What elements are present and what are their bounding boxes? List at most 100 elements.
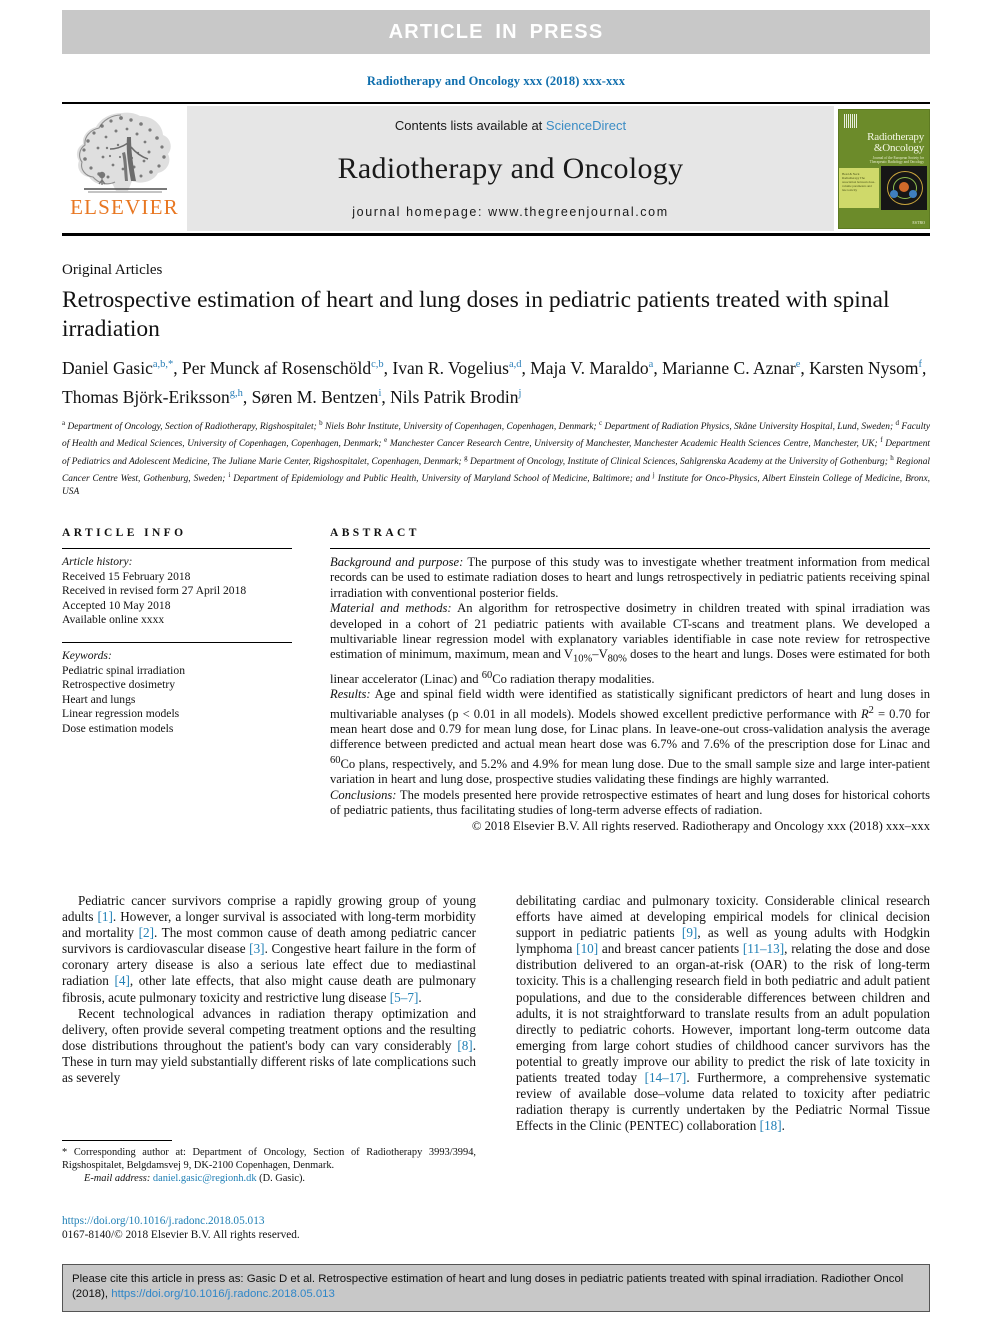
cover-journal-title: Radiotherapy &Oncology: [867, 130, 924, 154]
keywords-list: Pediatric spinal irradiation Retrospectiv…: [62, 664, 292, 737]
affiliation-marker: d: [895, 419, 899, 427]
abstract-copyright: © 2018 Elsevier B.V. All rights reserved…: [471, 818, 930, 833]
keyword-item: Pediatric spinal irradiation: [62, 663, 185, 677]
affiliation-marker: a: [62, 419, 66, 427]
issn-copyright-line: 0167-8140/© 2018 Elsevier B.V. All right…: [62, 1229, 300, 1241]
email-row: E-mail address: daniel.gasic@regionh.dk …: [62, 1172, 476, 1185]
journal-article-page: ARTICLE IN PRESS Radiotherapy and Oncolo…: [0, 0, 992, 1323]
elsevier-tree-icon: [76, 112, 171, 193]
citation-ref[interactable]: [18]: [760, 1118, 782, 1133]
author-list: Daniel Gasica,b,*, Per Munck af Rosensch…: [62, 357, 927, 407]
journal-masthead: ELSEVIER Contents lists available at Sci…: [62, 102, 930, 236]
journal-homepage-link[interactable]: journal homepage: www.thegreenjournal.co…: [352, 205, 668, 219]
affiliation-marker: f: [880, 436, 883, 445]
affiliation-marker: j: [652, 470, 655, 479]
cite-doi-link[interactable]: https://doi.org/10.1016/j.radonc.2018.05…: [111, 1288, 335, 1300]
doi-link[interactable]: https://doi.org/10.1016/j.radonc.2018.05…: [62, 1214, 492, 1228]
article-history-label: Article history:: [62, 555, 133, 568]
abstract-results-text: Age and spinal field width were identifi…: [330, 686, 930, 787]
cover-journal-subtitle: Journal of the European Society for Ther…: [869, 155, 924, 164]
keywords-label: Keywords:: [62, 648, 112, 662]
journal-running-head: Radiotherapy and Oncology xxx (2018) xxx…: [366, 74, 626, 88]
contents-list-line: Contents lists available at ScienceDirec…: [395, 118, 626, 133]
footnote-text: Corresponding author at: Department of O…: [62, 1147, 476, 1172]
article-in-press-label: ARTICLE IN PRESS: [388, 20, 604, 43]
article-history-list: Received 15 February 2018 Received in rev…: [62, 570, 292, 628]
abstract-divider: [330, 548, 930, 549]
abstract-heading: ABSTRACT: [330, 527, 420, 539]
body-paragraph: debilitating cardiac and pulmonary toxic…: [516, 893, 931, 1134]
footnote-divider: [62, 1140, 172, 1141]
affiliation-marker: h: [890, 453, 894, 462]
article-info-heading: ARTICLE INFO: [62, 527, 187, 539]
email-owner: (D. Gasic).: [259, 1173, 306, 1185]
cite-this-article-box: Please cite this article in press as: Ga…: [62, 1264, 930, 1312]
author-name: Per Munck af Rosenschöld: [182, 357, 372, 378]
citation-ref[interactable]: [1]: [98, 909, 113, 924]
citation-ref[interactable]: [9]: [682, 925, 697, 940]
abstract-results-paragraph: Results: Age and spinal field width were…: [330, 687, 930, 788]
corresponding-author-text: * Corresponding author at: Department of…: [62, 1146, 476, 1172]
author-affiliation-marker: a: [648, 359, 654, 370]
author-name: Thomas Björk-Eriksson: [62, 386, 230, 407]
author-name: Daniel Gasic: [62, 357, 153, 378]
abstract-conclusions-paragraph: Conclusions: The models presented here p…: [330, 788, 930, 819]
author-affiliation-marker: e: [795, 359, 801, 370]
footnote-marker: *: [62, 1147, 68, 1158]
citation-ref[interactable]: [3]: [249, 941, 264, 956]
author-affiliation-marker: a,d: [508, 359, 522, 370]
article-history-item: Accepted 10 May 2018: [62, 598, 171, 612]
citation-ref[interactable]: [14–17]: [645, 1070, 687, 1085]
citation-ref[interactable]: [10]: [576, 941, 598, 956]
author-name: Ivan R. Vogelius: [392, 357, 509, 378]
abstract-body: Background and purpose: The purpose of t…: [330, 555, 930, 834]
contents-prefix: Contents lists available at: [394, 118, 546, 133]
abstract-background-paragraph: Background and purpose: The purpose of t…: [330, 555, 930, 601]
citation-ref[interactable]: [2]: [139, 925, 154, 940]
abstract-methods-paragraph: Material and methods: An algorithm for r…: [330, 601, 930, 687]
author-affiliation-marker: f: [918, 359, 923, 370]
affiliation-marker: i: [228, 470, 231, 479]
author-name: Nils Patrik Brodin: [390, 386, 519, 407]
email-link[interactable]: daniel.gasic@regionh.dk: [153, 1173, 257, 1184]
citation-ref[interactable]: [4]: [114, 973, 129, 988]
email-label: E-mail address:: [84, 1173, 151, 1185]
keywords-block: Keywords: Pediatric spinal irradiation Re…: [62, 649, 292, 737]
journal-title: Radiotherapy and Oncology: [337, 152, 684, 185]
article-info-column: ARTICLE INFO Article history: Received 1…: [62, 527, 292, 737]
article-section-label: Original Articles: [62, 262, 163, 278]
article-history-item: Received in revised form 27 April 2018: [62, 584, 247, 598]
affiliation-marker: b: [319, 419, 323, 427]
sciencedirect-link[interactable]: ScienceDirect: [546, 118, 626, 133]
keywords-divider: [62, 641, 292, 643]
citation-ref[interactable]: [5–7]: [390, 990, 419, 1005]
article-history-item: Received 15 February 2018: [62, 569, 191, 583]
abstract-conclusions-label: Conclusions:: [330, 787, 397, 802]
cover-publisher-footer: ESTRO: [912, 219, 925, 225]
body-paragraph: Recent technological advances in radiati…: [62, 1005, 476, 1086]
citation-ref[interactable]: [11–13]: [743, 941, 784, 956]
body-paragraph: Pediatric cancer survivors comprise a ra…: [62, 893, 477, 1005]
elsevier-logo-block: ELSEVIER: [62, 104, 187, 233]
body-left-column: Pediatric cancer survivors comprise a ra…: [62, 893, 476, 1086]
journal-cover-block: Radiotherapy &Oncology Journal of the Eu…: [834, 104, 930, 233]
abstract-results-label: Results:: [330, 686, 371, 701]
affiliation-marker: e: [384, 436, 388, 445]
cover-barcode-icon: [844, 113, 858, 128]
affiliation-marker: g: [464, 453, 468, 462]
article-history-block: Article history: Received 15 February 20…: [62, 555, 292, 628]
keyword-item: Retrospective dosimetry: [62, 678, 176, 692]
author-name: Søren M. Bentzen: [251, 386, 379, 407]
author-affiliation-marker: c,b: [371, 359, 384, 370]
cover-side-panel: Head & Neck Radiotherapy The association…: [839, 167, 879, 208]
affiliation-marker: c: [598, 419, 603, 427]
journal-info-block: Contents lists available at ScienceDirec…: [187, 106, 834, 231]
author-name: Karsten Nysom: [809, 357, 919, 378]
abstract-background-label: Background and purpose:: [330, 555, 464, 569]
keyword-item: Dose estimation models: [62, 721, 174, 735]
article-title: Retrospective estimation of heart and lu…: [62, 287, 890, 342]
doi-block: https://doi.org/10.1016/j.radonc.2018.05…: [62, 1214, 492, 1242]
citation-ref[interactable]: [8]: [457, 1038, 472, 1053]
author-affiliation-marker: a,b,*: [152, 359, 174, 370]
article-history-item: Available online xxxx: [62, 613, 165, 627]
